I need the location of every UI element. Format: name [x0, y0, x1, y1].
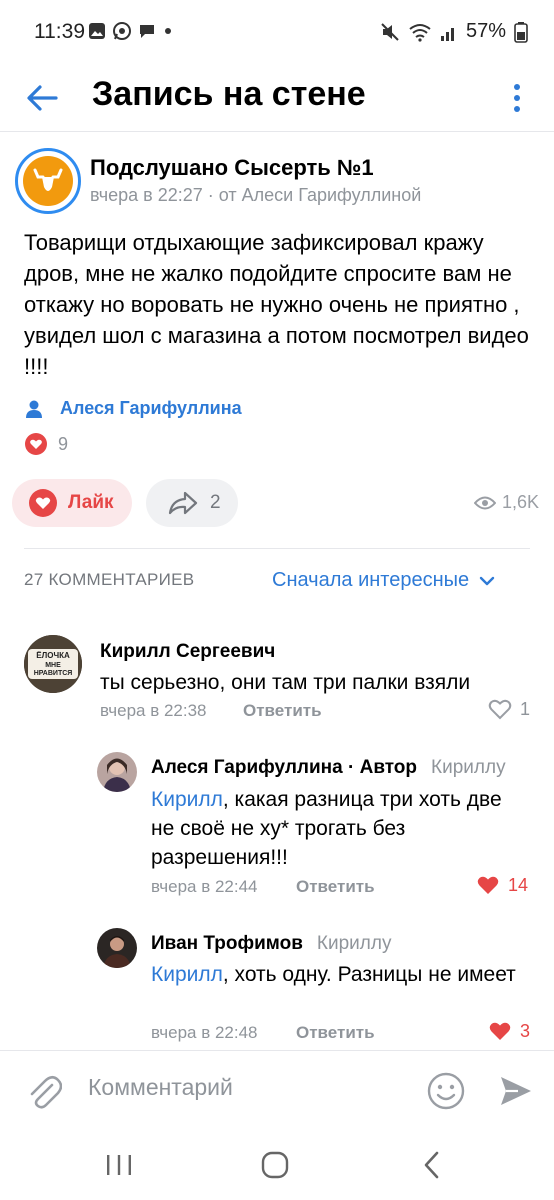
back-nav-icon[interactable]: [420, 1150, 444, 1180]
avatar-caption-top: ЁЛОЧКА: [36, 651, 70, 660]
avatar[interactable]: ЁЛОЧКА МНЕ НРАВИТСЯ: [24, 635, 82, 693]
status-time: 11:39: [34, 20, 85, 43]
group-name[interactable]: Подслушано Сысерть №1: [90, 155, 374, 181]
person-icon: [26, 400, 42, 418]
reply-to[interactable]: Кириллу: [431, 757, 506, 779]
comment-text: ты серьезно, они там три палки взяли: [100, 671, 471, 694]
heart-outline-icon: [488, 699, 512, 720]
page-title: Запись на стене: [92, 75, 366, 113]
avatar-image: [97, 928, 137, 968]
status-right: 57%: [380, 20, 528, 43]
status-bar: 11:39 57%: [0, 0, 554, 66]
home-icon[interactable]: [260, 1150, 290, 1180]
sort-dropdown[interactable]: Сначала интересные: [272, 569, 495, 592]
mention-link[interactable]: Кирилл: [151, 963, 223, 986]
signer-name: Алеся Гарифуллина: [60, 398, 242, 418]
system-nav-bar: [0, 1132, 554, 1200]
emoji-icon[interactable]: [426, 1071, 466, 1111]
mention-link[interactable]: Кирилл: [151, 788, 223, 811]
comment-input[interactable]: Комментарий: [88, 1074, 233, 1101]
comment-like[interactable]: 14: [476, 874, 528, 896]
divider: [24, 548, 530, 549]
reply-to[interactable]: Кириллу: [317, 933, 392, 955]
group-avatar[interactable]: [15, 148, 81, 214]
moose-icon: [33, 168, 63, 191]
app-header: Запись на стене: [0, 66, 554, 132]
notification-icons: [88, 21, 174, 41]
comment-time: вчера в 22:38: [100, 701, 207, 720]
signal-icon: [440, 27, 454, 41]
reply-button[interactable]: Ответить: [243, 701, 322, 721]
heart-filled-icon: [477, 876, 499, 894]
comment-author[interactable]: Алеся Гарифуллина · Автор: [151, 757, 417, 779]
avatar[interactable]: [97, 928, 137, 968]
comment-like-count: 14: [508, 874, 529, 895]
reactions-summary[interactable]: 9: [24, 432, 68, 456]
share-button[interactable]: 2: [146, 479, 238, 527]
comment-author[interactable]: Кирилл Сергеевич: [100, 641, 275, 663]
gallery-icon: [89, 23, 105, 39]
send-icon[interactable]: [498, 1073, 534, 1109]
comment-header: Алеся Гарифуллина · Автор Кириллу: [151, 757, 506, 779]
avatar[interactable]: [97, 752, 137, 792]
recent-apps-icon[interactable]: [104, 1152, 134, 1178]
like-label: Лайк: [68, 492, 114, 513]
like-button[interactable]: Лайк: [12, 479, 132, 527]
post-text: Товарищи отдыхающие зафиксировал кражу д…: [24, 230, 529, 379]
comment-author[interactable]: Иван Трофимов: [151, 933, 303, 955]
comment-like-count: 1: [520, 698, 531, 719]
comment-like[interactable]: 3: [488, 1020, 530, 1042]
chevron-down-icon: [479, 576, 495, 585]
comment-body: , хоть одну. Разницы не имеет: [222, 963, 516, 986]
post-signer[interactable]: Алеся Гарифуллина: [24, 398, 242, 419]
heart-reaction-icon: [25, 433, 47, 455]
reply-button[interactable]: Ответить: [296, 1023, 375, 1043]
share-count: 2: [210, 492, 221, 513]
attach-icon[interactable]: [26, 1071, 62, 1111]
dot-icon: [165, 28, 171, 34]
heart-icon: [29, 489, 57, 517]
comment-input-bar: [0, 1050, 554, 1132]
avatar-caption-bottom: МНЕ НРАВИТСЯ: [33, 662, 73, 677]
battery-percent: 57%: [465, 20, 506, 42]
mute-icon: [381, 22, 399, 41]
comment-text: Кирилл, какая разница три хоть две не св…: [151, 785, 521, 872]
comment-header: Иван Трофимов Кириллу: [151, 933, 391, 955]
views-counter: 1,6K: [474, 492, 539, 513]
comment-like[interactable]: 1: [488, 698, 530, 720]
reactions-count: 9: [58, 433, 69, 454]
share-icon: [168, 491, 198, 515]
eye-icon: [474, 496, 496, 509]
whatsapp-icon: [113, 22, 131, 40]
post-meta: вчера в 22:27 · от Алеси Гарифуллиной: [90, 185, 422, 205]
comment-like-count: 3: [520, 1020, 531, 1041]
reply-button[interactable]: Ответить: [296, 877, 375, 897]
chat-icon: [140, 25, 154, 38]
comment-text: Кирилл, хоть одну. Разницы не имеет: [151, 960, 521, 989]
heart-filled-icon: [489, 1022, 511, 1040]
comment-time: вчера в 22:44: [151, 877, 258, 896]
sort-label: Сначала интересные: [272, 569, 470, 591]
back-arrow-icon[interactable]: [22, 78, 62, 118]
comments-count: 27 КОММЕНТАРИЕВ: [24, 570, 195, 589]
comment-time: вчера в 22:48: [151, 1023, 258, 1042]
more-options-icon[interactable]: [508, 80, 526, 116]
battery-icon: [514, 21, 528, 43]
avatar-image: [97, 752, 137, 792]
views-count: 1,6K: [502, 492, 540, 512]
wifi-icon: [409, 23, 431, 42]
